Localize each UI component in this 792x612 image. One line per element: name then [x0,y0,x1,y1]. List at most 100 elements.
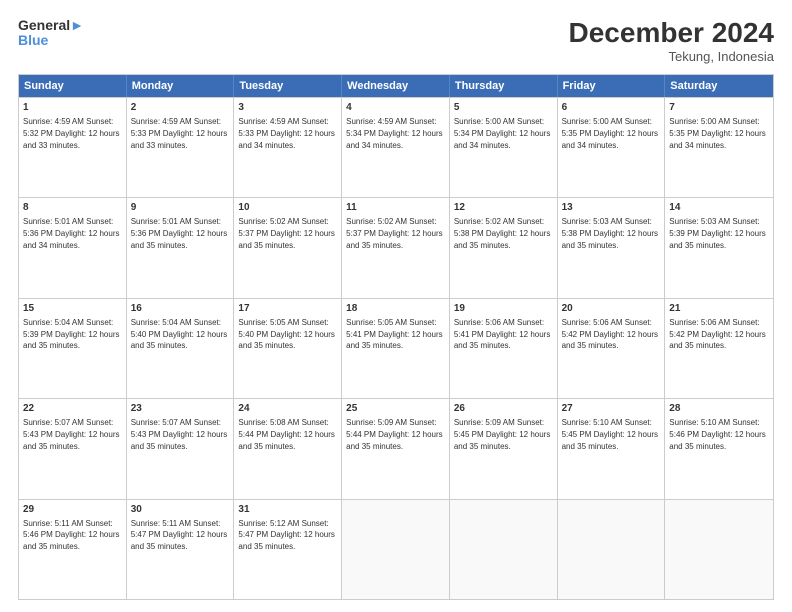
cal-cell-w5-d3: 31 Sunrise: 5:12 AM Sunset: 5:47 PM Dayli… [234,500,342,599]
cal-cell-w3-d2: 16 Sunrise: 5:04 AM Sunset: 5:40 PM Dayli… [127,299,235,398]
day-detail: Sunrise: 5:10 AM Sunset: 5:46 PM Dayligh… [669,418,766,451]
day-detail: Sunrise: 5:06 AM Sunset: 5:42 PM Dayligh… [562,318,659,351]
day-number: 28 [669,402,769,416]
day-detail: Sunrise: 5:04 AM Sunset: 5:39 PM Dayligh… [23,318,120,351]
day-detail: Sunrise: 5:12 AM Sunset: 5:47 PM Dayligh… [238,519,335,552]
location-subtitle: Tekung, Indonesia [569,49,774,64]
day-number: 15 [23,302,122,316]
calendar-header-row: Sunday Monday Tuesday Wednesday Thursday… [19,75,773,97]
cal-cell-w4-d3: 24 Sunrise: 5:08 AM Sunset: 5:44 PM Dayli… [234,399,342,498]
calendar-week-3: 15 Sunrise: 5:04 AM Sunset: 5:39 PM Dayli… [19,298,773,398]
day-number: 4 [346,101,445,115]
logo-general: General► [18,18,84,33]
cal-cell-w3-d3: 17 Sunrise: 5:05 AM Sunset: 5:40 PM Dayli… [234,299,342,398]
day-number: 7 [669,101,769,115]
day-detail: Sunrise: 5:07 AM Sunset: 5:43 PM Dayligh… [23,418,120,451]
day-detail: Sunrise: 5:08 AM Sunset: 5:44 PM Dayligh… [238,418,335,451]
day-detail: Sunrise: 5:07 AM Sunset: 5:43 PM Dayligh… [131,418,228,451]
day-detail: Sunrise: 5:11 AM Sunset: 5:46 PM Dayligh… [23,519,120,552]
header-monday: Monday [127,75,235,97]
cal-cell-w2-d3: 10Sunrise: 5:02 AM Sunset: 5:37 PM Dayli… [234,198,342,297]
header-friday: Friday [558,75,666,97]
cal-cell-w2-d4: 11 Sunrise: 5:02 AM Sunset: 5:37 PM Dayli… [342,198,450,297]
logo: General► Blue [18,18,84,49]
calendar-body: 1 Sunrise: 4:59 AM Sunset: 5:32 PM Daylig… [19,97,773,599]
day-detail: Sunrise: 5:05 AM Sunset: 5:40 PM Dayligh… [238,318,335,351]
day-detail: Sunrise: 5:00 AM Sunset: 5:35 PM Dayligh… [669,117,766,150]
day-detail: Sunrise: 5:11 AM Sunset: 5:47 PM Dayligh… [131,519,228,552]
day-detail: Sunrise: 5:09 AM Sunset: 5:45 PM Dayligh… [454,418,551,451]
cal-cell-w3-d1: 15 Sunrise: 5:04 AM Sunset: 5:39 PM Dayli… [19,299,127,398]
cal-cell-w1-d4: 4 Sunrise: 4:59 AM Sunset: 5:34 PM Daylig… [342,98,450,197]
day-number: 1 [23,101,122,115]
cal-cell-w5-d4 [342,500,450,599]
cal-cell-w4-d4: 25 Sunrise: 5:09 AM Sunset: 5:44 PM Dayli… [342,399,450,498]
day-number: 16 [131,302,230,316]
calendar-week-4: 22Sunrise: 5:07 AM Sunset: 5:43 PM Dayli… [19,398,773,498]
day-detail: Sunrise: 5:03 AM Sunset: 5:38 PM Dayligh… [562,217,659,250]
day-number: 17 [238,302,337,316]
cal-cell-w4-d7: 28 Sunrise: 5:10 AM Sunset: 5:46 PM Dayli… [665,399,773,498]
day-number: 24 [238,402,337,416]
cal-cell-w4-d2: 23 Sunrise: 5:07 AM Sunset: 5:43 PM Dayli… [127,399,235,498]
cal-cell-w3-d5: 19Sunrise: 5:06 AM Sunset: 5:41 PM Dayli… [450,299,558,398]
day-detail: Sunrise: 5:10 AM Sunset: 5:45 PM Dayligh… [562,418,659,451]
day-number: 3 [238,101,337,115]
day-number: 23 [131,402,230,416]
day-number: 30 [131,503,230,517]
day-detail: Sunrise: 5:02 AM Sunset: 5:38 PM Dayligh… [454,217,551,250]
day-detail: Sunrise: 4:59 AM Sunset: 5:34 PM Dayligh… [346,117,443,150]
day-detail: Sunrise: 5:04 AM Sunset: 5:40 PM Dayligh… [131,318,228,351]
day-detail: Sunrise: 4:59 AM Sunset: 5:33 PM Dayligh… [238,117,335,150]
cal-cell-w1-d5: 5Sunrise: 5:00 AM Sunset: 5:34 PM Daylig… [450,98,558,197]
header-thursday: Thursday [450,75,558,97]
cal-cell-w3-d6: 20Sunrise: 5:06 AM Sunset: 5:42 PM Dayli… [558,299,666,398]
day-number: 25 [346,402,445,416]
day-detail: Sunrise: 4:59 AM Sunset: 5:32 PM Dayligh… [23,117,120,150]
calendar-week-1: 1 Sunrise: 4:59 AM Sunset: 5:32 PM Daylig… [19,97,773,197]
day-number: 31 [238,503,337,517]
day-number: 2 [131,101,230,115]
cal-cell-w4-d5: 26 Sunrise: 5:09 AM Sunset: 5:45 PM Dayli… [450,399,558,498]
header-saturday: Saturday [665,75,773,97]
header-tuesday: Tuesday [234,75,342,97]
day-detail: Sunrise: 5:05 AM Sunset: 5:41 PM Dayligh… [346,318,443,351]
day-detail: Sunrise: 5:06 AM Sunset: 5:42 PM Dayligh… [669,318,766,351]
calendar-week-5: 29Sunrise: 5:11 AM Sunset: 5:46 PM Dayli… [19,499,773,599]
day-number: 5 [454,101,553,115]
cal-cell-w5-d7 [665,500,773,599]
cal-cell-w2-d7: 14 Sunrise: 5:03 AM Sunset: 5:39 PM Dayli… [665,198,773,297]
cal-cell-w1-d6: 6Sunrise: 5:00 AM Sunset: 5:35 PM Daylig… [558,98,666,197]
cal-cell-w2-d2: 9Sunrise: 5:01 AM Sunset: 5:36 PM Daylig… [127,198,235,297]
cal-cell-w4-d1: 22Sunrise: 5:07 AM Sunset: 5:43 PM Dayli… [19,399,127,498]
cal-cell-w5-d5 [450,500,558,599]
day-number: 19 [454,302,553,316]
header: General► Blue December 2024 Tekung, Indo… [18,18,774,64]
cal-cell-w2-d6: 13 Sunrise: 5:03 AM Sunset: 5:38 PM Dayli… [558,198,666,297]
cal-cell-w5-d1: 29Sunrise: 5:11 AM Sunset: 5:46 PM Dayli… [19,500,127,599]
day-number: 18 [346,302,445,316]
page: General► Blue December 2024 Tekung, Indo… [0,0,792,612]
cal-cell-w3-d7: 21 Sunrise: 5:06 AM Sunset: 5:42 PM Dayli… [665,299,773,398]
day-number: 9 [131,201,230,215]
cal-cell-w4-d6: 27Sunrise: 5:10 AM Sunset: 5:45 PM Dayli… [558,399,666,498]
day-detail: Sunrise: 5:01 AM Sunset: 5:36 PM Dayligh… [23,217,120,250]
day-detail: Sunrise: 5:03 AM Sunset: 5:39 PM Dayligh… [669,217,766,250]
calendar: Sunday Monday Tuesday Wednesday Thursday… [18,74,774,600]
month-year-title: December 2024 [569,18,774,49]
cal-cell-w5-d6 [558,500,666,599]
day-number: 21 [669,302,769,316]
day-number: 26 [454,402,553,416]
header-sunday: Sunday [19,75,127,97]
day-detail: Sunrise: 5:09 AM Sunset: 5:44 PM Dayligh… [346,418,443,451]
day-number: 14 [669,201,769,215]
day-number: 13 [562,201,661,215]
day-number: 10 [238,201,337,215]
day-number: 11 [346,201,445,215]
cal-cell-w1-d7: 7 Sunrise: 5:00 AM Sunset: 5:35 PM Daylig… [665,98,773,197]
day-detail: Sunrise: 5:02 AM Sunset: 5:37 PM Dayligh… [346,217,443,250]
calendar-week-2: 8 Sunrise: 5:01 AM Sunset: 5:36 PM Daylig… [19,197,773,297]
cal-cell-w2-d1: 8 Sunrise: 5:01 AM Sunset: 5:36 PM Daylig… [19,198,127,297]
title-block: December 2024 Tekung, Indonesia [569,18,774,64]
day-number: 8 [23,201,122,215]
